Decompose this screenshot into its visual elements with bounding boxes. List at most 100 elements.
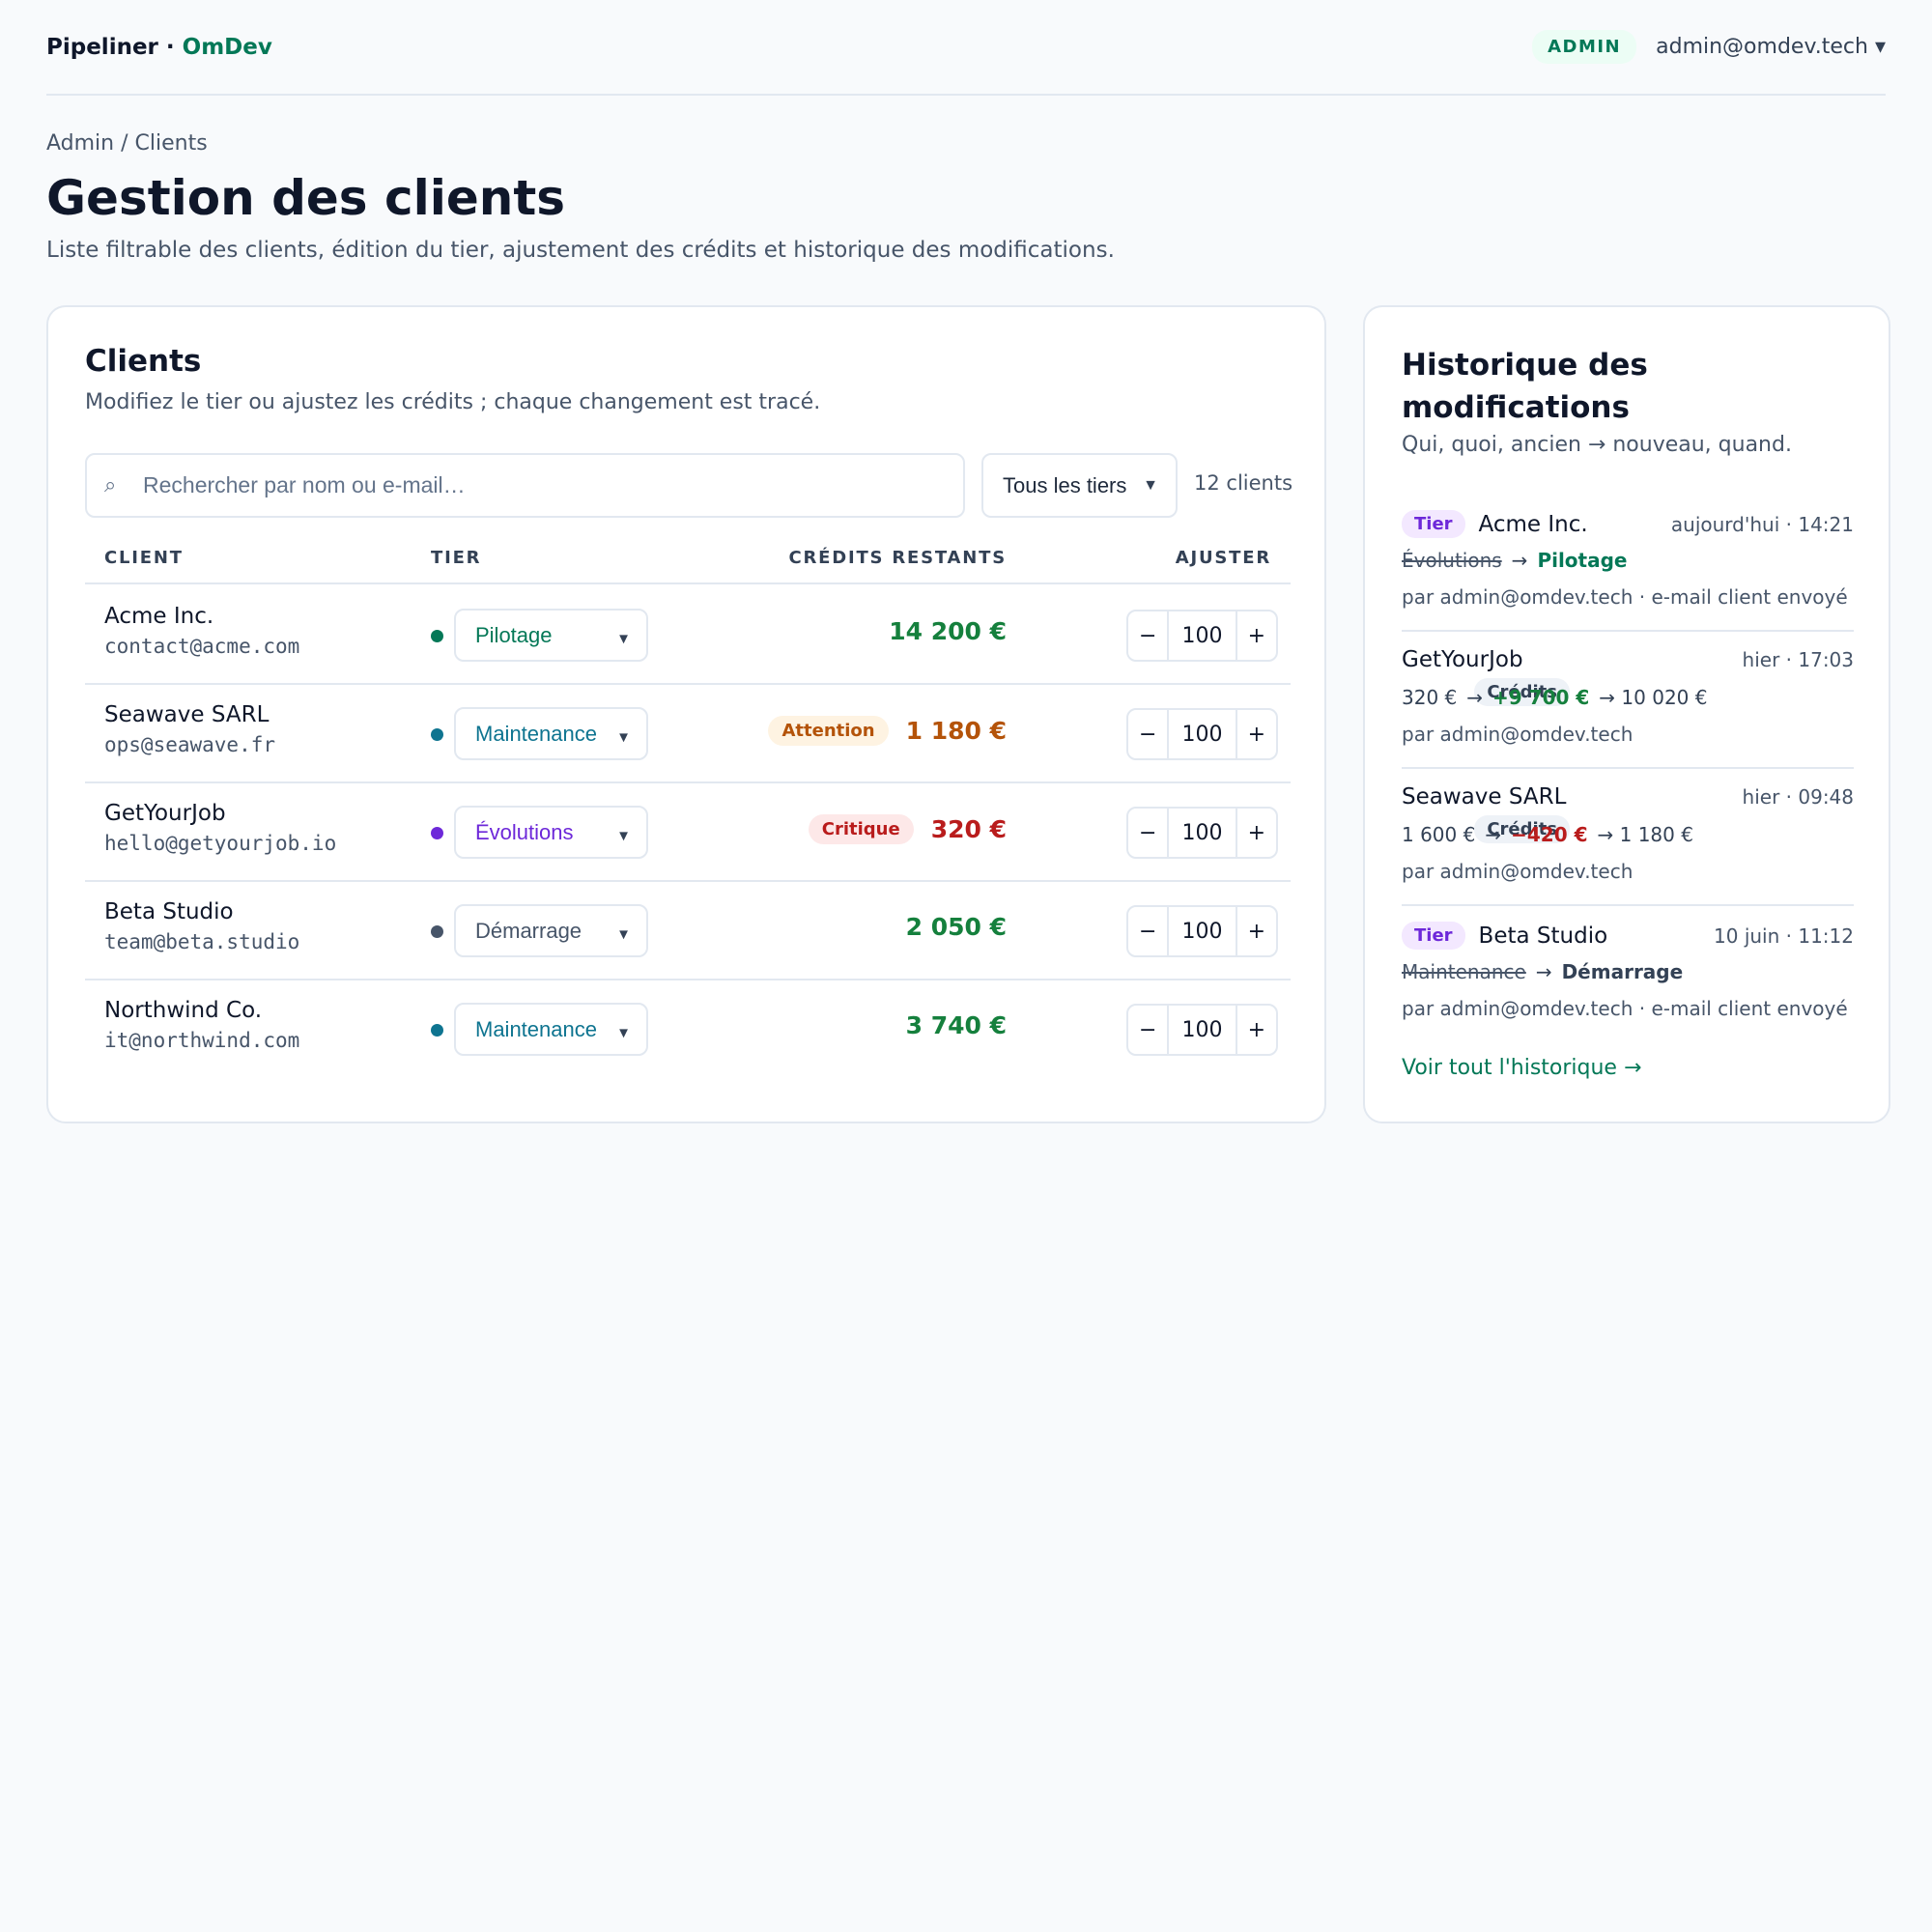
role-badge: ADMIN: [1532, 30, 1637, 64]
client-name: Beta Studio: [104, 899, 234, 924]
table-row: Seawave SARL ops@seawave.fr Maintenance …: [85, 685, 1291, 783]
old-value: Évolutions: [1402, 549, 1502, 572]
history-time: hier · 17:03: [1742, 648, 1854, 671]
increment-button[interactable]: +: [1237, 1006, 1276, 1054]
arrow-icon: →: [1466, 686, 1484, 709]
history-item-header: Tier Acme Inc. aujourd'hui · 14:21: [1402, 510, 1854, 538]
credits-cell: 3 740 €: [906, 1011, 1007, 1039]
history-item: Tier Acme Inc. aujourd'hui · 14:21 Évolu…: [1402, 495, 1854, 632]
step-input[interactable]: 100: [1167, 907, 1237, 955]
credits-stepper: − 100 +: [1126, 905, 1278, 957]
history-client: Seawave SARL: [1402, 784, 1567, 810]
credits-cell: 2 050 €: [906, 913, 1007, 941]
arrow-icon: →: [1535, 960, 1552, 983]
tier-select-value: Maintenance: [475, 1016, 597, 1041]
decrement-button[interactable]: −: [1128, 1006, 1167, 1054]
decrement-button[interactable]: −: [1128, 907, 1167, 955]
new-value: Pilotage: [1537, 549, 1628, 572]
increment-button[interactable]: +: [1237, 611, 1276, 660]
decrement-button[interactable]: −: [1128, 611, 1167, 660]
credits-cell: Critique 320 €: [808, 814, 1007, 844]
status-badge: Critique: [808, 814, 914, 844]
old-value: 1 600 €: [1402, 823, 1476, 846]
history-client: Beta Studio: [1478, 923, 1608, 949]
user-box: ADMIN admin@omdev.tech ▾: [1532, 30, 1886, 64]
credits-stepper: − 100 +: [1126, 807, 1278, 859]
column-header-credits: CRÉDITS RESTANTS: [788, 548, 1007, 568]
table-row: Beta Studio team@beta.studio Démarrage ▼…: [85, 882, 1291, 980]
table-row: Northwind Co. it@northwind.com Maintenan…: [85, 980, 1291, 1079]
tier-select-value: Pilotage: [475, 622, 553, 647]
client-email: hello@getyourjob.io: [104, 832, 337, 855]
credits-value: 320 €: [930, 815, 1007, 843]
step-input[interactable]: 100: [1167, 1006, 1237, 1054]
step-input[interactable]: 100: [1167, 611, 1237, 660]
history-time: aujourd'hui · 14:21: [1670, 512, 1854, 536]
brand-separator: ·: [157, 34, 183, 60]
tier-dot: [431, 1024, 443, 1037]
search-box: ⌕: [85, 453, 965, 518]
step-input[interactable]: 100: [1167, 809, 1237, 857]
client-email: team@beta.studio: [104, 930, 300, 953]
credits-cell: 14 200 €: [889, 617, 1007, 645]
increment-button[interactable]: +: [1237, 710, 1276, 758]
tier-filter-select[interactable]: Tous les tiers ▼: [981, 453, 1178, 518]
clients-card: Clients Modifiez le tier ou ajustez les …: [46, 305, 1326, 1123]
history-author: par admin@omdev.tech: [1402, 860, 1634, 883]
tier-select[interactable]: Démarrage ▼: [454, 904, 648, 957]
credits-value: 2 050 €: [905, 913, 1007, 941]
clients-subtitle: Modifiez le tier ou ajustez les crédits …: [85, 390, 821, 414]
decrement-button[interactable]: −: [1128, 710, 1167, 758]
history-item-header: Tier Beta Studio 10 juin · 11:12: [1402, 922, 1854, 950]
credits-value: 1 180 €: [905, 717, 1007, 745]
tier-select[interactable]: Maintenance ▼: [454, 1003, 648, 1056]
step-input[interactable]: 100: [1167, 710, 1237, 758]
clients-title: Clients: [85, 344, 202, 379]
table-header: CLIENT TIER CRÉDITS RESTANTS AJUSTER: [85, 530, 1291, 584]
increment-button[interactable]: +: [1237, 809, 1276, 857]
chevron-down-icon: ▼: [616, 729, 631, 746]
chevron-down-icon: ▼: [616, 631, 631, 647]
history-card: Historique des modifications Qui, quoi, …: [1363, 305, 1890, 1123]
table-row: GetYourJob hello@getyourjob.io Évolution…: [85, 783, 1291, 882]
history-time: hier · 09:48: [1742, 785, 1854, 809]
history-item-header: Crédits Seawave SARL hier · 09:48: [1402, 784, 1854, 843]
tier-filter-value: Tous les tiers: [1003, 472, 1127, 497]
breadcrumb: Admin / Clients: [46, 131, 208, 156]
history-subtitle: Qui, quoi, ancien → nouveau, quand.: [1402, 433, 1792, 457]
chevron-down-icon: ▼: [616, 926, 631, 943]
tier-select[interactable]: Évolutions ▼: [454, 806, 648, 859]
credits-stepper: − 100 +: [1126, 1004, 1278, 1056]
history-title: Historique des modifications: [1402, 344, 1648, 429]
history-item: Crédits Seawave SARL hier · 09:48 1 600 …: [1402, 769, 1854, 906]
arrow-icon: →: [1485, 823, 1502, 846]
arrow-icon: →: [1511, 549, 1528, 572]
column-header-adjust: AJUSTER: [1175, 548, 1271, 568]
user-menu[interactable]: admin@omdev.tech ▾: [1656, 35, 1886, 59]
client-name: Seawave SARL: [104, 702, 270, 727]
credits-stepper: − 100 +: [1126, 708, 1278, 760]
client-name: Acme Inc.: [104, 604, 214, 629]
old-value: 320 €: [1402, 686, 1458, 709]
brand-org: OmDev: [182, 34, 272, 60]
tier-select[interactable]: Pilotage ▼: [454, 609, 648, 662]
tier-dot: [431, 728, 443, 741]
search-input[interactable]: [143, 472, 935, 498]
client-name: Northwind Co.: [104, 998, 263, 1023]
client-email: it@northwind.com: [104, 1029, 300, 1052]
history-item-header: Crédits GetYourJob hier · 17:03: [1402, 647, 1854, 706]
history-change: 320 € → +9 700 € → 10 020 €: [1402, 686, 1707, 709]
history-item: Tier Beta Studio 10 juin · 11:12 Mainten…: [1402, 906, 1854, 1043]
decrement-button[interactable]: −: [1128, 809, 1167, 857]
brand[interactable]: Pipeliner · OmDev: [46, 35, 272, 60]
tier-select-value: Maintenance: [475, 721, 597, 746]
client-email: contact@acme.com: [104, 635, 300, 658]
tier-select[interactable]: Maintenance ▼: [454, 707, 648, 760]
increment-button[interactable]: +: [1237, 907, 1276, 955]
brand-name: Pipeliner: [46, 34, 158, 60]
client-email: ops@seawave.fr: [104, 733, 276, 756]
delta-value: −420 €: [1511, 823, 1588, 846]
history-item: Crédits GetYourJob hier · 17:03 320 € → …: [1402, 632, 1854, 769]
see-all-history-link[interactable]: Voir tout l'historique →: [1402, 1056, 1641, 1080]
history-client: GetYourJob: [1402, 647, 1523, 672]
